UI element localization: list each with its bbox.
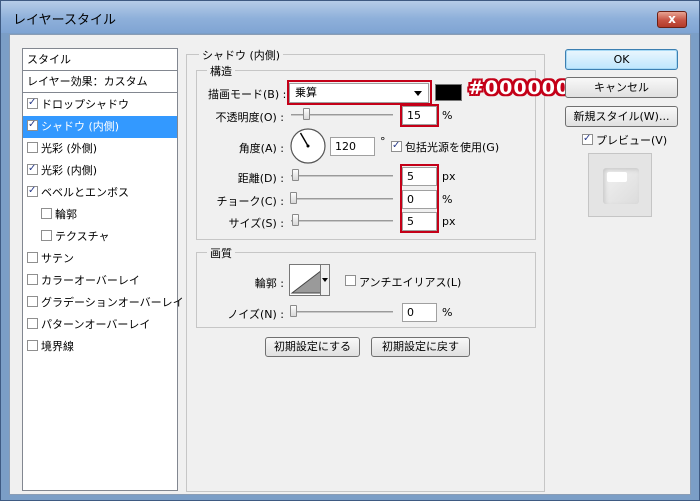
angle-label: 角度(A) : <box>238 142 284 155</box>
inner-shadow-checkbox[interactable] <box>27 118 38 132</box>
structure-title: 構造 <box>207 63 235 79</box>
title-bar[interactable]: レイヤースタイル x <box>1 1 699 33</box>
shadow-color-swatch[interactable] <box>435 84 462 101</box>
list-item-drop-shadow[interactable]: ドロップシャドウ <box>23 94 177 116</box>
list-item-inner-shadow[interactable]: シャドウ (内側) <box>23 116 177 138</box>
styles-list: スタイル レイヤー効果：カスタム ドロップシャドウ シャドウ (内側) 光彩 (… <box>22 48 184 491</box>
distance-slider-thumb[interactable] <box>292 169 299 181</box>
size-slider-track[interactable] <box>291 220 393 222</box>
new-style-button[interactable]: 新規スタイル(W)... <box>565 106 678 127</box>
distance-unit: px <box>442 170 456 183</box>
close-button[interactable]: x <box>657 11 687 28</box>
list-item-inner-glow[interactable]: 光彩 (内側) <box>23 160 177 182</box>
reset-default-button[interactable]: 初期設定に戻す <box>371 337 470 357</box>
cancel-button[interactable]: キャンセル <box>565 77 678 98</box>
stroke-checkbox[interactable] <box>27 340 38 351</box>
color-overlay-checkbox[interactable] <box>27 274 38 285</box>
opacity-label: 不透明度(O) : <box>215 111 284 124</box>
global-light-checkbox[interactable] <box>391 139 402 153</box>
noise-slider-thumb[interactable] <box>290 305 297 317</box>
ok-button[interactable]: OK <box>565 49 678 70</box>
blend-mode-highlight <box>287 80 432 105</box>
list-item-bevel-emboss[interactable]: ベベルとエンボス <box>23 182 177 204</box>
preview-checkbox[interactable] <box>582 132 593 146</box>
list-header-styles[interactable]: スタイル <box>23 49 177 71</box>
list-item-pattern-overlay[interactable]: パターンオーバーレイ <box>23 314 177 336</box>
list-item-texture[interactable]: テクスチャ <box>23 226 177 248</box>
size-label: サイズ(S) : <box>228 217 284 230</box>
list-item-outer-glow[interactable]: 光彩 (外側) <box>23 138 177 160</box>
style-preview <box>588 153 652 217</box>
satin-checkbox[interactable] <box>27 252 38 263</box>
noise-slider-track[interactable] <box>291 311 393 313</box>
distance-label: 距離(D) : <box>237 172 284 185</box>
blend-mode-label: 描画モード(B) : <box>208 88 287 101</box>
opacity-highlight <box>400 104 439 127</box>
layer-style-dialog: レイヤースタイル x スタイル レイヤー効果：カスタム ドロップシャドウ シャド… <box>0 0 700 501</box>
texture-checkbox[interactable] <box>41 230 52 241</box>
inner-glow-checkbox[interactable] <box>27 162 38 176</box>
contour-checkbox[interactable] <box>41 208 52 219</box>
preview-swatch <box>603 168 639 204</box>
noise-label: ノイズ(N) : <box>227 308 284 321</box>
size-unit: px <box>442 215 456 228</box>
opacity-unit: % <box>442 109 453 122</box>
outer-glow-checkbox[interactable] <box>27 142 38 153</box>
list-item-contour[interactable]: 輪郭 <box>23 204 177 226</box>
list-item-gradient-overlay[interactable]: グラデーションオーバーレイ <box>23 292 184 314</box>
section-title: シャドウ (内側) <box>199 47 284 63</box>
quality-title: 画質 <box>207 245 235 261</box>
distance-slider-track[interactable] <box>291 175 393 177</box>
choke-slider-thumb[interactable] <box>290 192 297 204</box>
gradient-overlay-checkbox[interactable] <box>27 296 38 307</box>
choke-slider-track[interactable] <box>291 198 393 200</box>
antialias-checkbox[interactable] <box>345 275 356 286</box>
choke-unit: % <box>442 193 453 206</box>
pattern-overlay-checkbox[interactable] <box>27 318 38 329</box>
preview-label: プレビュー(V) <box>596 134 668 147</box>
choke-label: チョーク(C) : <box>216 195 284 208</box>
list-item-color-overlay[interactable]: カラーオーバーレイ <box>23 270 177 292</box>
bevel-emboss-checkbox[interactable] <box>27 184 38 198</box>
dialog-body: スタイル レイヤー効果：カスタム ドロップシャドウ シャドウ (内側) 光彩 (… <box>9 34 691 495</box>
list-header-blending[interactable]: レイヤー効果：カスタム <box>23 71 177 93</box>
global-light-label: 包括光源を使用(G) <box>405 141 500 154</box>
drop-shadow-checkbox[interactable] <box>27 96 38 110</box>
distance-choke-size-highlight <box>400 164 439 233</box>
noise-unit: % <box>442 306 453 319</box>
opacity-slider-thumb[interactable] <box>303 108 311 120</box>
make-default-button[interactable]: 初期設定にする <box>265 337 360 357</box>
angle-dial[interactable] <box>289 127 327 165</box>
list-item-stroke[interactable]: 境界線 <box>23 336 177 358</box>
angle-unit: ° <box>380 135 386 148</box>
list-item-satin[interactable]: サテン <box>23 248 177 270</box>
angle-input[interactable]: 120 <box>330 137 375 156</box>
color-hex-annotation: #000000 <box>468 77 571 99</box>
noise-input[interactable]: 0 <box>402 303 437 322</box>
window-title: レイヤースタイル <box>13 13 116 28</box>
contour-dropdown-arrow[interactable] <box>320 264 330 296</box>
contour-label: 輪郭 : <box>254 277 284 290</box>
size-slider-thumb[interactable] <box>292 214 299 226</box>
antialias-label: アンチエイリアス(L) <box>359 276 462 289</box>
